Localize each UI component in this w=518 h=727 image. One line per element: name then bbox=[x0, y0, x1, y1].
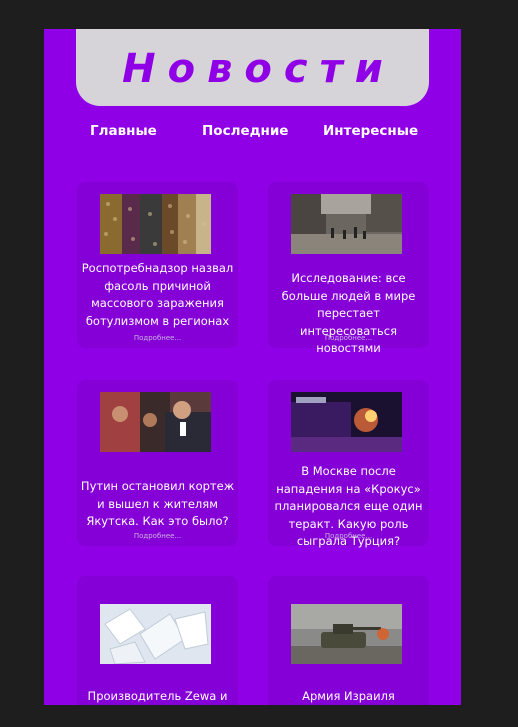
news-image-tank bbox=[291, 604, 402, 664]
news-card[interactable]: Исследование: все больше людей в мире пе… bbox=[268, 182, 429, 355]
news-title[interactable]: Путин остановил кортеж и вышел к жителям… bbox=[79, 478, 236, 531]
news-image-tissues bbox=[100, 604, 211, 664]
page-title: Новости bbox=[122, 45, 395, 92]
news-image-putin-crowd bbox=[100, 392, 211, 452]
nav-item-latest[interactable]: Последние bbox=[202, 123, 288, 139]
nav-item-interesting[interactable]: Интересные bbox=[323, 123, 418, 139]
read-more-link[interactable]: Подробнее... bbox=[77, 532, 238, 540]
nav-item-main[interactable]: Главные bbox=[90, 123, 157, 139]
news-title[interactable]: Армия Израиля утвердила bbox=[270, 688, 427, 705]
read-more-link[interactable]: Подробнее... bbox=[77, 334, 238, 342]
news-card[interactable]: Роспотребнадзор назвал фасоль причиной м… bbox=[77, 182, 238, 348]
category-nav: Главные Последние Интересные bbox=[44, 123, 461, 143]
news-image-ruins bbox=[291, 194, 402, 254]
news-card[interactable]: В Москве после нападения на «Крокус» пла… bbox=[268, 380, 429, 548]
news-title[interactable]: Исследование: все больше людей в мире пе… bbox=[270, 270, 427, 358]
news-image-beans bbox=[100, 194, 211, 254]
header-bar: Новости bbox=[76, 29, 429, 106]
read-more-link[interactable]: Подробнее... bbox=[268, 334, 429, 342]
news-image-crocus bbox=[291, 392, 402, 452]
news-card[interactable]: Армия Израиля утвердила bbox=[268, 576, 429, 705]
news-title[interactable]: Производитель Zewa и Lib bbox=[79, 688, 236, 705]
app-screen: Новости Главные Последние Интересные Рос… bbox=[44, 29, 461, 705]
news-title[interactable]: Роспотребнадзор назвал фасоль причиной м… bbox=[79, 260, 236, 330]
news-card[interactable]: Путин остановил кортеж и вышел к жителям… bbox=[77, 380, 238, 546]
news-card[interactable]: Производитель Zewa и Lib bbox=[77, 576, 238, 705]
read-more-link[interactable]: Подробнее... bbox=[268, 532, 429, 540]
